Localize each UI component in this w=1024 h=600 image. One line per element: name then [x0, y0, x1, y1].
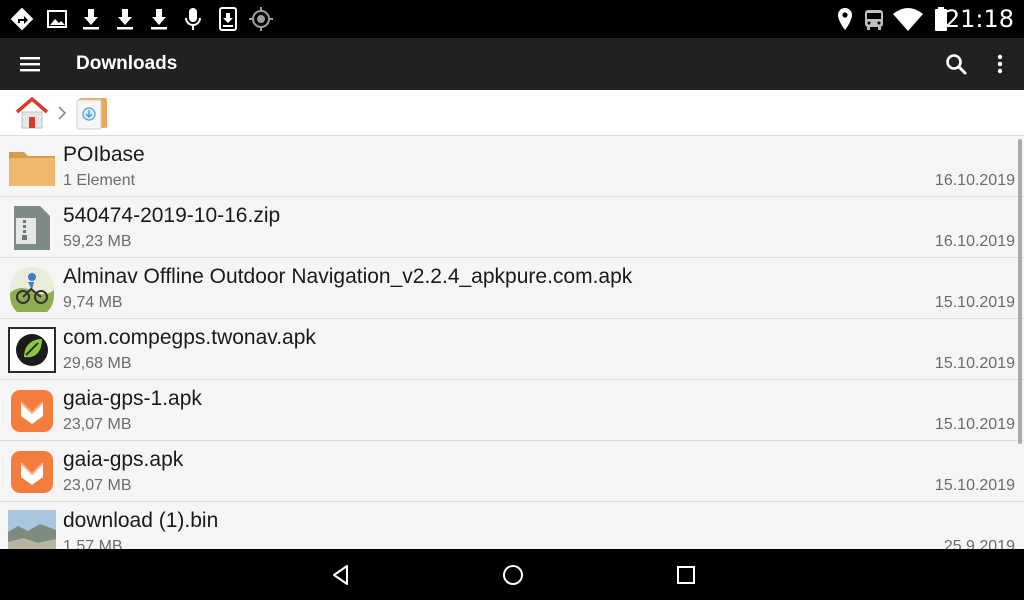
app-bar: Downloads	[0, 38, 1024, 90]
download-icon	[83, 9, 99, 30]
file-name: gaia-gps.apk	[63, 448, 184, 471]
wifi-icon	[893, 8, 923, 31]
file-date: 15.10.2019	[934, 294, 1015, 311]
hamburger-icon[interactable]	[16, 50, 44, 78]
status-bar: 21:18	[0, 0, 1024, 38]
file-meta: 1 Element	[63, 172, 136, 189]
gaia-gps-icon	[11, 451, 53, 493]
navigation-bar	[0, 549, 1024, 600]
file-meta: 1,57 MB	[63, 538, 123, 549]
file-meta: 59,23 MB	[63, 233, 132, 250]
scrollbar[interactable]	[1018, 139, 1022, 444]
home-icon[interactable]	[14, 95, 50, 131]
home-circle-icon[interactable]	[498, 560, 528, 590]
downloads-folder-icon[interactable]	[74, 95, 110, 131]
page-title: Downloads	[76, 53, 178, 74]
download-icon	[117, 9, 133, 30]
alminav-app-icon	[10, 267, 54, 312]
microphone-icon	[185, 8, 201, 30]
file-name: Alminav Offline Outdoor Navigation_v2.2.…	[63, 265, 633, 288]
more-vert-icon[interactable]	[986, 50, 1014, 78]
sim-download-icon	[219, 7, 237, 31]
file-meta: 23,07 MB	[63, 416, 132, 433]
file-name: 540474-2019-10-16.zip	[63, 204, 281, 227]
file-date: 15.10.2019	[934, 416, 1015, 433]
file-meta: 9,74 MB	[63, 294, 123, 311]
navigation-icon	[10, 7, 34, 31]
file-name: POIbase	[63, 143, 145, 166]
file-row[interactable]: gaia-gps-1.apk 23,07 MB 15.10.2019	[0, 380, 1024, 441]
zip-icon	[14, 206, 50, 250]
image-icon	[47, 10, 67, 28]
file-meta: 29,68 MB	[63, 355, 132, 372]
file-name: com.compegps.twonav.apk	[63, 326, 316, 349]
file-name: download (1).bin	[63, 509, 219, 532]
file-list: POIbase 1 Element 16.10.2019 540474-2019…	[0, 136, 1024, 549]
file-row[interactable]: com.compegps.twonav.apk 29,68 MB 15.10.2…	[0, 319, 1024, 380]
file-row[interactable]: download (1).bin 1,57 MB 25.9.2019	[0, 502, 1024, 549]
gps-icon	[249, 7, 273, 31]
back-icon[interactable]	[326, 560, 356, 590]
file-row[interactable]: 540474-2019-10-16.zip 59,23 MB 16.10.201…	[0, 197, 1024, 258]
breadcrumb-separator-icon	[58, 106, 67, 120]
file-row[interactable]: gaia-gps.apk 23,07 MB 15.10.2019	[0, 441, 1024, 502]
file-name: gaia-gps-1.apk	[63, 387, 202, 410]
status-time: 21:18	[944, 5, 1014, 33]
breadcrumb	[0, 90, 1024, 136]
download-icon	[151, 9, 167, 30]
gaia-gps-icon	[11, 390, 53, 432]
file-date: 16.10.2019	[934, 172, 1015, 189]
file-date: 25.9.2019	[943, 538, 1015, 549]
twonav-app-icon	[8, 327, 56, 373]
file-date: 16.10.2019	[934, 233, 1015, 250]
recents-icon[interactable]	[671, 560, 701, 590]
search-icon[interactable]	[942, 50, 970, 78]
file-meta: 23,07 MB	[63, 477, 132, 494]
file-row[interactable]: POIbase 1 Element 16.10.2019	[0, 136, 1024, 197]
location-pin-icon	[838, 8, 852, 30]
file-date: 15.10.2019	[934, 477, 1015, 494]
file-row[interactable]: Alminav Offline Outdoor Navigation_v2.2.…	[0, 258, 1024, 319]
bus-icon	[865, 10, 883, 30]
file-date: 15.10.2019	[934, 355, 1015, 372]
image-thumbnail-icon	[8, 510, 56, 549]
folder-icon	[9, 152, 55, 186]
